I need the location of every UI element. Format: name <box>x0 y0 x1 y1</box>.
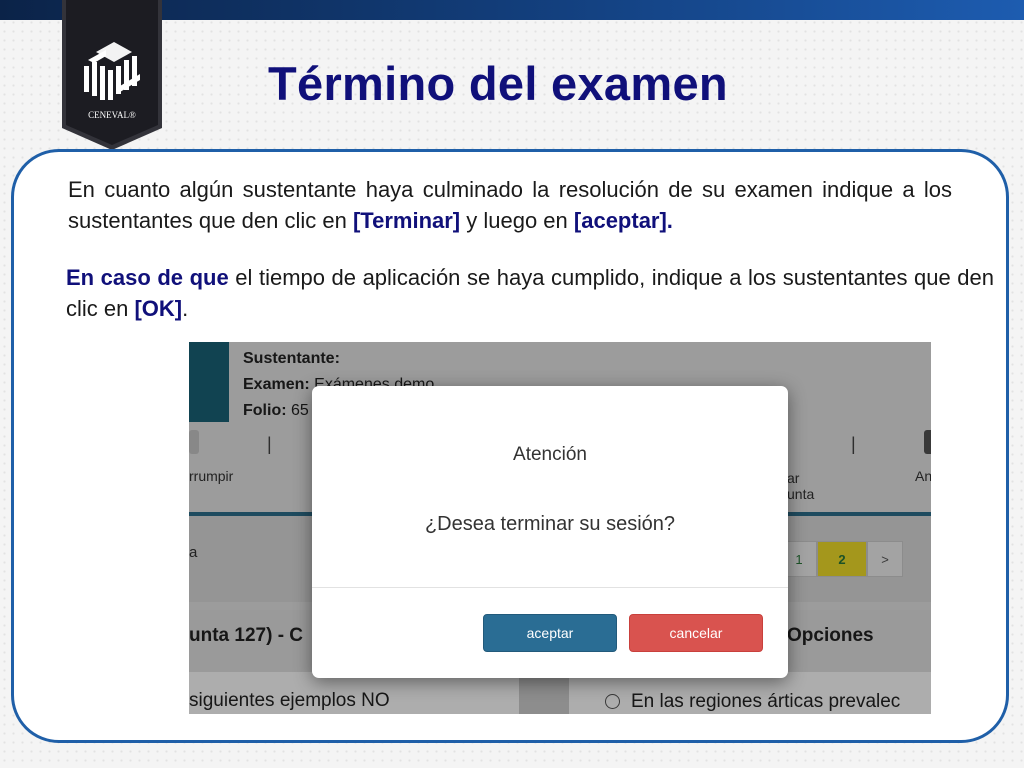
cancel-button[interactable]: cancelar <box>629 614 763 652</box>
ceneval-logo: CENEVAL® <box>62 0 162 150</box>
dialog-divider <box>312 587 788 588</box>
dialog-message: ¿Desea terminar su sesión? <box>424 513 676 535</box>
ok-reference: [OK] <box>134 296 183 321</box>
aceptar-reference: [aceptar]. <box>573 208 673 233</box>
dialog-title: Atención <box>513 444 587 465</box>
logo-wordmark: CENEVAL® <box>88 110 136 120</box>
terminar-reference: [Terminar] <box>352 208 461 233</box>
confirm-dialog: Atención ¿Desea terminar su sesión? acep… <box>312 386 788 678</box>
en-caso-de-que-label: En caso de que <box>66 265 229 290</box>
accept-button[interactable]: aceptar <box>483 614 617 652</box>
instruction-paragraph-2: En caso de que el tiempo de aplicación s… <box>66 265 994 321</box>
slide-title: Término del examen <box>268 57 728 110</box>
instruction-paragraph-1: En cuanto algún sustentante haya culmina… <box>68 177 952 233</box>
